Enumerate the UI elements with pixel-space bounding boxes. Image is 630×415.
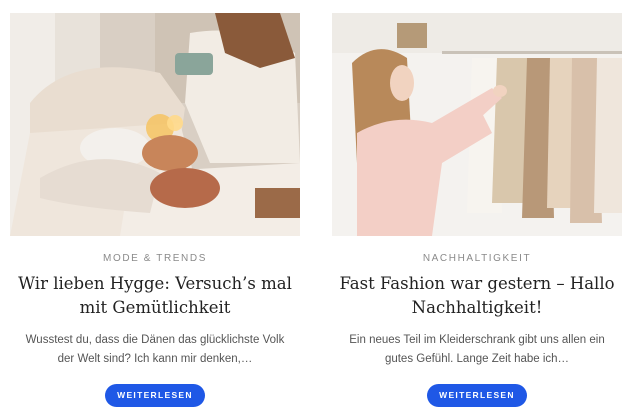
- post-excerpt: Ein neues Teil im Kleiderschrank gibt un…: [349, 334, 605, 365]
- post-card-nachhaltigkeit: Nachhaltigkeit Fast Fashion war gestern …: [332, 0, 622, 415]
- post-image-fashion[interactable]: [332, 13, 622, 236]
- post-card-hygge: Mode & Trends Wir lieben Hygge: Versuch’…: [10, 0, 300, 415]
- hygge-photo: [10, 13, 300, 236]
- post-category[interactable]: Nachhaltigkeit: [332, 253, 622, 264]
- post-title[interactable]: Fast Fashion war gestern – Hallo Nachhal…: [332, 272, 622, 320]
- read-more-button[interactable]: Weiterlesen: [105, 384, 205, 407]
- post-title[interactable]: Wir lieben Hygge: Versuch’s mal mit Gemü…: [10, 272, 300, 320]
- post-excerpt: Wusstest du, dass die Dänen das glücklic…: [25, 334, 285, 365]
- fashion-photo: [332, 13, 622, 236]
- read-more-button[interactable]: Weiterlesen: [427, 384, 527, 407]
- post-image-hygge[interactable]: [10, 13, 300, 236]
- post-category[interactable]: Mode & Trends: [10, 253, 300, 264]
